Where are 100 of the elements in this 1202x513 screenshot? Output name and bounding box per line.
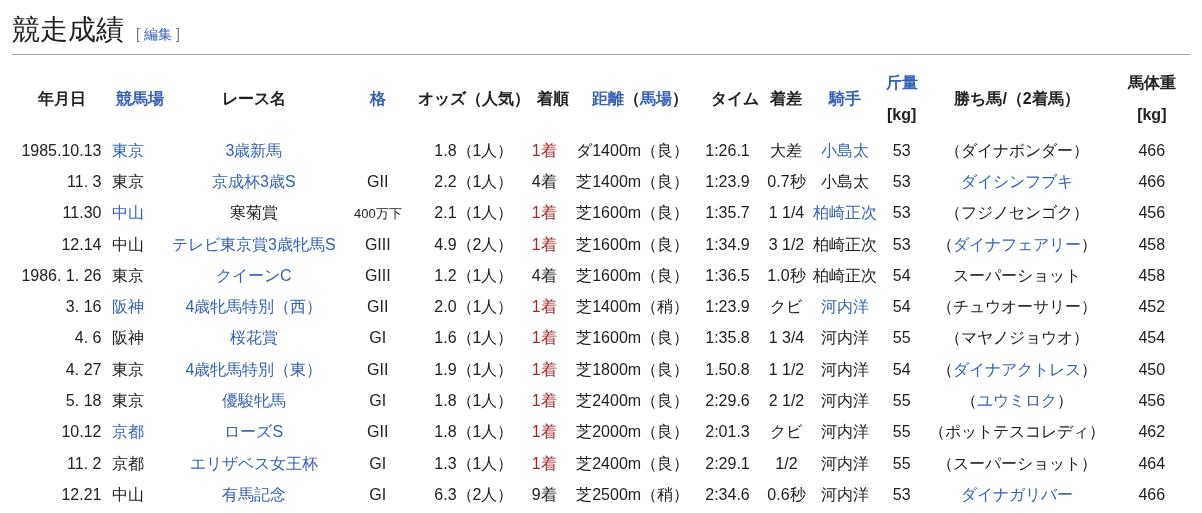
table-cell: 芝2500m（稍）	[576, 485, 690, 503]
table-cell: 53	[892, 172, 911, 190]
table-cell: （マヤノジョウオ）	[945, 329, 1090, 347]
link[interactable]: 斤量	[885, 74, 918, 91]
table-cell: クビ	[770, 298, 803, 316]
table-cell: 寒菊賞	[229, 204, 278, 222]
table-cell: 東京	[112, 360, 145, 378]
link[interactable]: 京成杯3歳S	[212, 172, 296, 190]
table-cell: 1着	[531, 235, 557, 253]
link[interactable]: 4歳牝馬特別（東）	[185, 360, 323, 378]
table-cell: 4.9（2人）	[434, 235, 514, 253]
link[interactable]: 競馬場	[116, 90, 165, 107]
table-cell: 芝1600m（良）	[576, 204, 690, 222]
column-header: [kg]	[887, 106, 917, 123]
table-cell: 中山	[112, 485, 145, 503]
table-cell: 河内洋	[821, 392, 870, 409]
table-cell: 阪神	[112, 329, 145, 347]
table-cell: 466	[1138, 485, 1166, 503]
link[interactable]: 距離	[591, 90, 624, 107]
table-cell: 452	[1138, 298, 1166, 316]
table-cell: 1着	[531, 329, 557, 347]
link[interactable]: クイーンC	[216, 266, 292, 284]
link[interactable]: ユウミロク	[977, 392, 1058, 409]
table-cell: 河内洋	[821, 423, 870, 441]
table-cell: 1:26.1	[705, 141, 750, 159]
table-cell: 柏崎正次	[813, 235, 878, 253]
table-cell: （ダイナアクトレス）	[937, 360, 1098, 378]
table-cell: GII	[367, 172, 389, 190]
table-cell: 芝1400m（良）	[576, 172, 690, 190]
table-cell: GIII	[364, 266, 391, 284]
table-cell: GIII	[364, 235, 391, 253]
table-cell: 1着	[531, 360, 557, 378]
table-cell: 458	[1138, 266, 1166, 284]
table-cell: 1:34.9	[705, 235, 750, 253]
column-header: 年月日	[37, 90, 86, 107]
link[interactable]: 中山	[112, 204, 145, 222]
table-cell: 53	[892, 141, 911, 159]
link[interactable]: 4歳牝馬特別（西）	[185, 298, 323, 316]
link[interactable]: 騎手	[829, 90, 862, 107]
table-cell: 2:01.3	[705, 423, 750, 441]
table-cell: スーパーショット	[953, 266, 1082, 284]
link[interactable]: 格	[369, 90, 386, 107]
link[interactable]: 馬場	[639, 90, 672, 107]
link[interactable]: 有馬記念	[221, 485, 286, 503]
column-header: 着順	[537, 90, 569, 107]
link[interactable]: 桜花賞	[229, 329, 278, 347]
column-header: 馬体重	[1127, 74, 1176, 91]
link[interactable]: ダイナアクトレス	[953, 360, 1082, 378]
table-cell: 1/2	[775, 454, 798, 472]
table-cell: 55	[892, 329, 911, 347]
link[interactable]: ダイシンフブキ	[961, 172, 1074, 190]
table-cell: 466	[1138, 172, 1166, 190]
column-header: 距離（馬場）	[591, 90, 688, 107]
table-cell: 1:35.8	[705, 329, 750, 347]
table-cell: 1.8（1人）	[434, 141, 514, 159]
table-cell: 2:29.1	[705, 454, 750, 472]
table-cell: 454	[1138, 329, 1166, 347]
table-cell: （ダイナフェアリー）	[937, 235, 1098, 253]
table-cell: 6.3（2人）	[434, 485, 514, 503]
table-cell: （ダイナボンダー）	[945, 141, 1090, 159]
link[interactable]: エリザベス女王杯	[189, 454, 318, 472]
link[interactable]: ダイナフェアリー	[953, 235, 1082, 253]
link[interactable]: ダイナガリバー	[961, 485, 1074, 503]
table-cell: 2:29.6	[705, 392, 750, 409]
link[interactable]: 3歳新馬	[225, 141, 283, 159]
link[interactable]: ローズS	[224, 423, 284, 441]
link[interactable]: 東京	[112, 141, 145, 159]
table-cell: GII	[367, 423, 389, 441]
column-header: レース名	[221, 90, 286, 107]
table-cell: （ポットテスコレディ）	[929, 423, 1106, 441]
column-header: 着差	[770, 90, 803, 107]
table-cell: 1着	[531, 141, 557, 159]
link[interactable]: 河内洋	[821, 298, 870, 316]
link[interactable]: テレビ東京賞3歳牝馬S	[172, 235, 336, 253]
column-header: 勝ち馬/（2着馬）	[954, 90, 1080, 107]
table-cell: 458	[1138, 235, 1166, 253]
table-cell: 10.12	[61, 423, 102, 441]
table-cell: ダ1400m（良）	[576, 141, 690, 159]
table-cell: 芝1400m（稍）	[576, 298, 690, 316]
link[interactable]: 優駿牝馬	[221, 392, 286, 409]
column-header: [kg]	[1137, 106, 1167, 123]
table-cell: GII	[367, 298, 389, 316]
table-cell: 466	[1138, 141, 1166, 159]
table-cell: （ユウミロク）	[961, 392, 1074, 409]
edit-link[interactable]: 編集	[143, 24, 172, 45]
table-cell: 芝2400m（良）	[576, 392, 690, 409]
table-cell: 4着	[531, 266, 557, 284]
table-cell: 464	[1138, 454, 1166, 472]
table-cell: 53	[892, 204, 911, 222]
table-cell: GI	[369, 392, 387, 409]
table-cell: 1986. 1. 26	[21, 266, 102, 284]
table-cell: 1.50.8	[705, 360, 750, 378]
table-cell: 2.1（1人）	[434, 204, 514, 222]
link[interactable]: 阪神	[112, 298, 145, 316]
table-cell: 5. 18	[65, 392, 102, 409]
link[interactable]: 柏崎正次	[813, 204, 878, 222]
link[interactable]: 京都	[112, 423, 145, 441]
bracket: [	[136, 25, 140, 44]
link[interactable]: 小島太	[821, 141, 870, 159]
table-cell: 柏崎正次	[813, 266, 878, 284]
